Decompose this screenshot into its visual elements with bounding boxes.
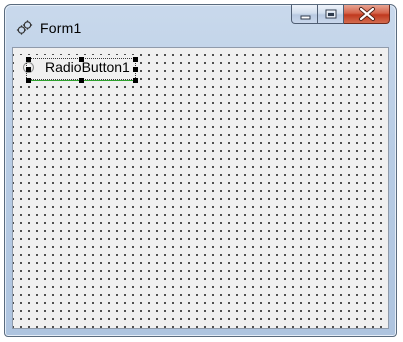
resize-handle-bottom-left[interactable] bbox=[26, 78, 31, 83]
resize-handle-top-right[interactable] bbox=[133, 57, 138, 62]
form-design-surface[interactable] bbox=[12, 47, 389, 329]
resize-handle-top-left[interactable] bbox=[26, 57, 31, 62]
minimize-icon bbox=[300, 15, 311, 20]
close-button[interactable] bbox=[344, 5, 390, 24]
resize-handle-bottom-center[interactable] bbox=[79, 78, 84, 83]
maximize-icon bbox=[325, 9, 337, 19]
title-bar[interactable]: Form1 bbox=[5, 5, 396, 47]
minimize-button[interactable] bbox=[291, 5, 318, 24]
window-title: Form1 bbox=[40, 20, 82, 36]
caption-buttons bbox=[291, 5, 390, 25]
resize-handle-top-center[interactable] bbox=[79, 57, 84, 62]
app-gear-icon[interactable] bbox=[15, 19, 33, 37]
resize-handle-middle-right[interactable] bbox=[133, 67, 138, 72]
close-icon bbox=[359, 7, 375, 21]
resize-handle-bottom-right[interactable] bbox=[133, 78, 138, 83]
resize-handle-middle-left[interactable] bbox=[26, 67, 31, 72]
form-window: Form1 bbox=[4, 4, 397, 337]
maximize-button[interactable] bbox=[318, 5, 344, 24]
